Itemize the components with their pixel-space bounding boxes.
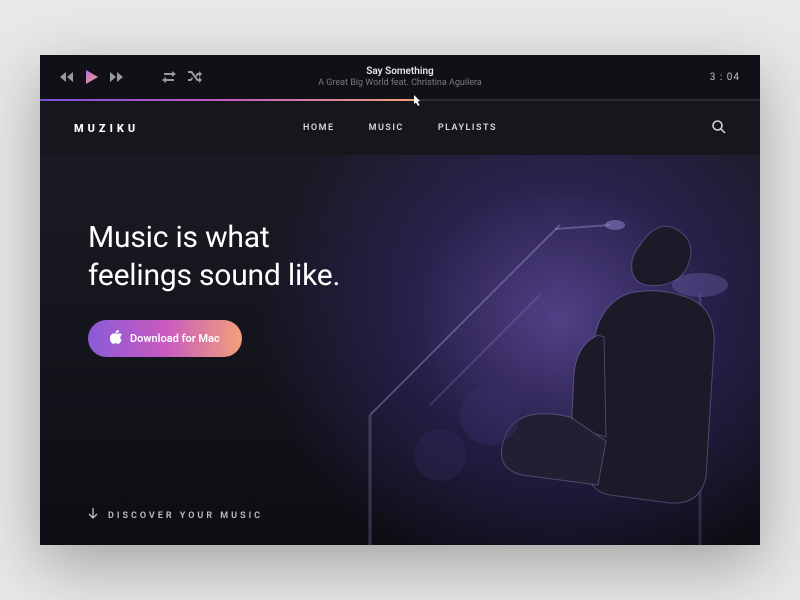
nav-links: HOME MUSIC PLAYLISTS bbox=[40, 123, 760, 133]
discover-link[interactable]: DISCOVER YOUR MUSIC bbox=[88, 508, 263, 523]
download-label: Download for Mac bbox=[130, 332, 220, 345]
headline: Music is what feelings sound like. bbox=[88, 219, 448, 294]
prev-icon[interactable] bbox=[60, 72, 74, 82]
player-bar: Say Something A Great Big World feat. Ch… bbox=[40, 55, 760, 99]
search-icon[interactable] bbox=[712, 119, 726, 138]
playback-controls bbox=[60, 70, 202, 84]
repeat-icon[interactable] bbox=[162, 71, 176, 83]
download-button[interactable]: Download for Mac bbox=[88, 320, 242, 357]
nav-bar: MUZIKU HOME MUSIC PLAYLISTS bbox=[40, 101, 760, 155]
nav-playlists[interactable]: PLAYLISTS bbox=[438, 123, 497, 133]
next-icon[interactable] bbox=[110, 72, 124, 82]
headline-line-1: Music is what bbox=[88, 220, 269, 255]
headline-line-2: feelings sound like. bbox=[88, 258, 340, 293]
arrow-down-icon bbox=[88, 508, 98, 523]
play-icon[interactable] bbox=[86, 70, 98, 84]
nav-home[interactable]: HOME bbox=[303, 123, 335, 133]
hero: Music is what feelings sound like. Downl… bbox=[40, 155, 760, 545]
hero-illustration bbox=[330, 155, 760, 545]
discover-label: DISCOVER YOUR MUSIC bbox=[108, 511, 263, 521]
nav-music[interactable]: MUSIC bbox=[369, 123, 404, 133]
time-display: 3 : 04 bbox=[710, 72, 740, 83]
apple-icon bbox=[110, 330, 122, 347]
app-window: Say Something A Great Big World feat. Ch… bbox=[40, 55, 760, 545]
shuffle-icon[interactable] bbox=[188, 71, 202, 83]
